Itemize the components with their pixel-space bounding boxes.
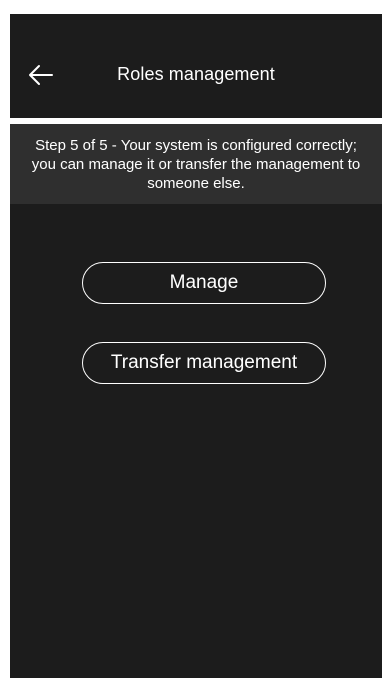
app-screen: Roles management Step 5 of 5 - Your syst…: [10, 14, 382, 678]
transfer-management-button[interactable]: Transfer management: [82, 342, 326, 384]
top-bar: Roles management: [10, 14, 382, 118]
manage-button[interactable]: Manage: [82, 262, 326, 304]
step-banner: Step 5 of 5 - Your system is configured …: [10, 124, 382, 204]
step-description: Step 5 of 5 - Your system is configured …: [31, 136, 361, 192]
page-title: Roles management: [117, 64, 275, 84]
